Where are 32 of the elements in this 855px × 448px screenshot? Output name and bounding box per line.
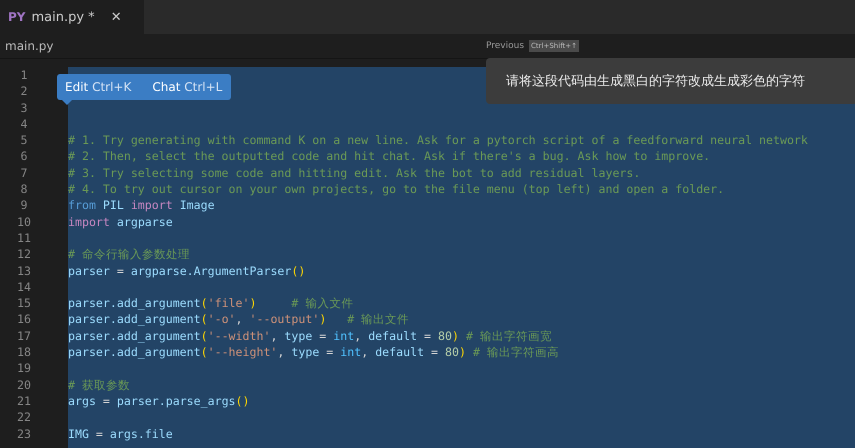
- line-number: 3: [20, 100, 28, 116]
- tab-title: main.py *: [31, 10, 95, 24]
- line-number: 7: [20, 164, 28, 182]
- previous-link[interactable]: Previous: [486, 41, 524, 51]
- line-number: 2: [20, 83, 28, 100]
- line-number: 14: [16, 278, 32, 296]
- line-number: 16: [16, 311, 32, 328]
- line-number: 13: [16, 262, 32, 279]
- line-number: 9: [20, 197, 28, 214]
- line-number: 20: [16, 376, 32, 393]
- action-button[interactable]: Edit Ctrl+K: [61, 80, 136, 94]
- prompt-text: 请将这段代码由生成黑白的字符改成生成彩色的字符: [506, 73, 805, 90]
- line-number: 15: [16, 295, 32, 312]
- line-number: 18: [16, 344, 32, 360]
- line-number: 23: [16, 426, 32, 442]
- line-number: 5: [20, 132, 28, 148]
- close-icon[interactable]: ✕: [110, 10, 122, 24]
- python-file-icon: PY: [8, 10, 26, 24]
- line-number: 12: [16, 246, 32, 263]
- line-number: 4: [20, 116, 28, 132]
- action-button[interactable]: Chat Ctrl+L: [148, 80, 228, 94]
- file-breadcrumb[interactable]: main.py: [0, 39, 54, 53]
- line-number: 21: [16, 392, 32, 410]
- line-number: 17: [16, 328, 32, 344]
- line-number: 1: [20, 67, 28, 84]
- line-number: 11: [16, 230, 32, 246]
- editor-tab[interactable]: PY main.py * ✕: [0, 0, 144, 34]
- line-number: 6: [20, 148, 28, 165]
- line-number: 8: [20, 181, 28, 198]
- line-number: 22: [16, 409, 32, 426]
- line-number: 10: [16, 214, 32, 230]
- line-number: 19: [16, 360, 32, 377]
